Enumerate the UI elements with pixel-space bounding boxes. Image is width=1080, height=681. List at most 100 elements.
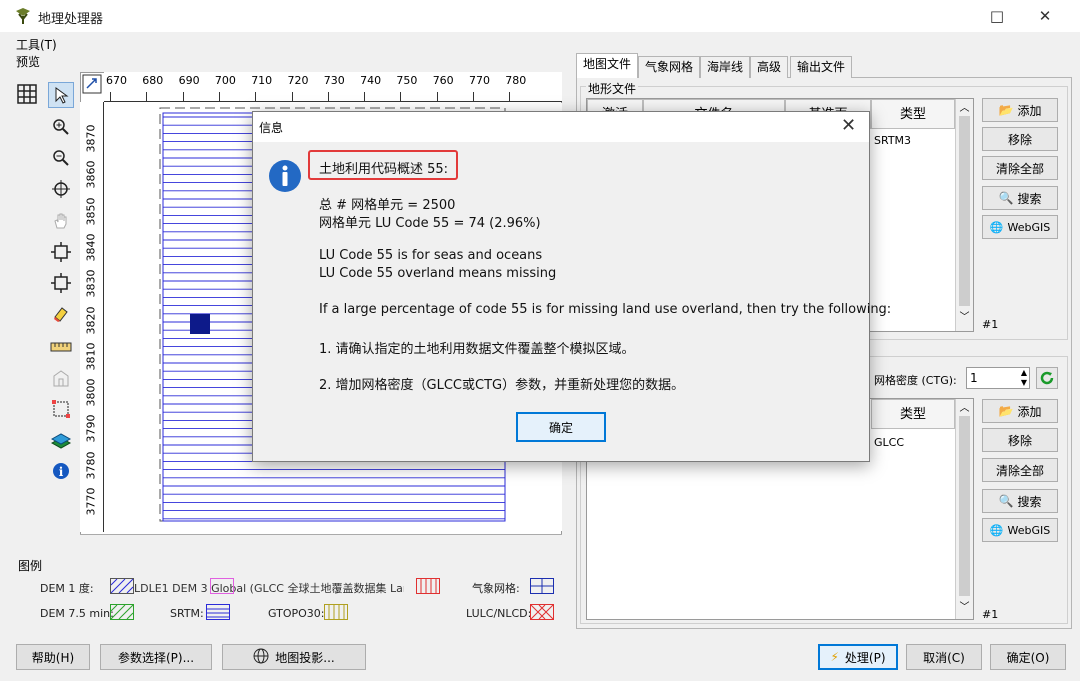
legend-swatch-met-grid <box>530 578 554 594</box>
dialog-ok-button[interactable]: 确定 <box>516 412 606 442</box>
menu-tools[interactable]: 工具(T) <box>16 36 57 53</box>
ruler-y-tick-label: 3770 <box>84 487 98 516</box>
pointer-icon[interactable] <box>48 82 74 108</box>
help-button[interactable]: 帮助(H) <box>16 644 90 670</box>
terrain-remove-button[interactable]: 移除 <box>982 127 1058 151</box>
dialog-close-icon[interactable]: ✕ <box>841 115 856 136</box>
info-icon[interactable]: i <box>48 458 74 484</box>
svg-text:i: i <box>59 465 64 479</box>
col-type[interactable]: 类型 <box>871 99 955 129</box>
ruler-icon[interactable] <box>48 334 74 360</box>
ruler-y-tick-label: 3870 <box>84 124 98 153</box>
ruler-y-tick-label: 3840 <box>84 233 98 262</box>
zoom-out-icon[interactable] <box>48 145 74 171</box>
lightning-icon: ⚡ <box>830 650 839 664</box>
ruler-x-tick-label: 700 <box>214 74 236 87</box>
window-title: 地理处理器 <box>38 12 104 27</box>
tab-output-files[interactable]: 输出文件 <box>790 56 853 78</box>
stepper-arrows-icon[interactable]: ▲ ▼ <box>1021 368 1027 388</box>
dialog-line-missing: LU Code 55 overland means missing <box>319 266 557 281</box>
ruler-x-tick <box>364 92 366 102</box>
legend-label-dem1: DEM 1 度: <box>40 582 94 595</box>
ruler-y-tick-label: 3850 <box>84 197 98 226</box>
ruler-y-tick-label: 3800 <box>84 378 98 407</box>
density-stepper[interactable]: 1 ▲ ▼ <box>966 367 1030 389</box>
globe-icon: 🌐 <box>989 220 1004 234</box>
legend-label-overlap: LDLE1 DEM 3 Global (GLCC 全球土地覆盖数据集 Lambe… <box>134 582 404 595</box>
dialog-heading: 土地利用代码概述 55: <box>319 162 449 177</box>
dialog-line-seas: LU Code 55 is for seas and oceans <box>319 248 543 263</box>
tab-map-files[interactable]: 地图文件 <box>576 53 639 78</box>
ruler-x-tick-label: 780 <box>505 74 527 87</box>
ruler-x-tick <box>473 92 474 102</box>
ruler-x-tick-label: 730 <box>323 74 345 87</box>
terrain-add-button[interactable]: 📂 添加 <box>982 98 1058 122</box>
landuse-col-type[interactable]: 类型 <box>871 399 955 429</box>
map-horizontal-scrollbar[interactable] <box>80 534 562 556</box>
ok-button[interactable]: 确定(O) <box>990 644 1066 670</box>
process-button[interactable]: ⚡ 处理(P) <box>818 644 898 670</box>
ruler-x-tick-label: 770 <box>469 74 490 87</box>
landuse-add-button[interactable]: 📂 添加 <box>982 399 1058 423</box>
ruler-x-tick-label: 680 <box>142 74 164 87</box>
legend-swatch-ludem <box>210 578 234 594</box>
landuse-clear-all-button[interactable]: 清除全部 <box>982 458 1058 482</box>
map-projection-button[interactable]: 地图投影... <box>222 644 366 670</box>
ruler-y-tick-label: 3790 <box>84 414 98 443</box>
ruler-x-tick-label: 690 <box>178 74 200 87</box>
landuse-row-type[interactable]: GLCC <box>874 436 904 449</box>
terrain-clear-all-button[interactable]: 清除全部 <box>982 156 1058 180</box>
terrain-row-type[interactable]: SRTM3 <box>874 134 911 147</box>
legend-label-met-grid: 气象网格: <box>472 582 520 595</box>
ruler-x-tick-label: 760 <box>432 74 454 87</box>
layer-icon[interactable] <box>48 427 74 453</box>
dialog-line-step1: 1. 请确认指定的土地利用数据文件覆盖整个模拟区域。 <box>319 342 635 357</box>
refresh-icon[interactable] <box>1036 367 1058 389</box>
fit-extent-icon[interactable] <box>48 239 74 265</box>
terrain-search-button[interactable]: 🔍 搜索 <box>982 186 1058 210</box>
ruler-x-tick <box>509 92 511 102</box>
move-icon[interactable] <box>48 270 74 296</box>
info-dialog: 信息 ✕ 土地利用代码概述 55: 总 # 网格单元 = 2500 网格单元 L… <box>252 111 891 462</box>
legend-swatch-srtm <box>206 604 230 620</box>
legend-title: 图例 <box>18 559 43 573</box>
info-icon <box>267 158 303 194</box>
ruler-x-tick <box>110 92 111 102</box>
ruler-x-tick-label: 750 <box>396 74 418 87</box>
ruler-y-tick-label: 3860 <box>84 160 98 189</box>
globe-icon: 🌐 <box>989 523 1004 537</box>
select-region-icon[interactable] <box>48 396 74 422</box>
terrain-count: #1 <box>982 318 999 331</box>
ruler-x-tick-label: 720 <box>287 74 309 87</box>
landuse-search-button[interactable]: 🔍 搜索 <box>982 489 1058 513</box>
crosshair-icon[interactable] <box>48 176 74 202</box>
grid-icon[interactable] <box>16 83 40 107</box>
legend-swatch-dem1 <box>110 578 134 594</box>
search-icon: 🔍 <box>998 191 1014 205</box>
tab-coastline[interactable]: 海岸线 <box>700 56 751 78</box>
zoom-in-icon[interactable] <box>48 114 74 140</box>
landuse-remove-button[interactable]: 移除 <box>982 428 1058 452</box>
ruler-y-tick-label: 3810 <box>84 342 98 371</box>
terrain-webgis-button[interactable]: 🌐 WebGIS <box>982 215 1058 239</box>
legend-swatch-dem75 <box>110 604 134 620</box>
params-button[interactable]: 参数选择(P)... <box>100 644 212 670</box>
hand-icon[interactable] <box>48 208 74 234</box>
building-icon[interactable] <box>48 365 74 391</box>
dialog-title: 信息 <box>259 121 284 135</box>
maximize-button[interactable]: □ <box>974 0 1020 32</box>
eraser-icon[interactable] <box>48 301 74 327</box>
landuse-list-scrollbar[interactable]: ︿ ﹀ <box>955 399 973 619</box>
landuse-webgis-button[interactable]: 🌐 WebGIS <box>982 518 1058 542</box>
globe-icon <box>253 648 269 667</box>
tab-met-grid[interactable]: 气象网格 <box>638 56 701 78</box>
legend-swatch-region <box>416 578 440 594</box>
search-icon: 🔍 <box>998 494 1014 508</box>
ruler-x-tick <box>255 92 257 102</box>
cancel-button[interactable]: 取消(C) <box>906 644 982 670</box>
tab-advanced[interactable]: 高级 <box>750 56 789 78</box>
terrain-list-scrollbar[interactable]: ︿ ﹀ <box>955 99 973 331</box>
ruler-x-tick <box>146 92 148 102</box>
close-window-button[interactable]: ✕ <box>1022 0 1068 32</box>
reset-view-icon[interactable] <box>82 74 102 94</box>
